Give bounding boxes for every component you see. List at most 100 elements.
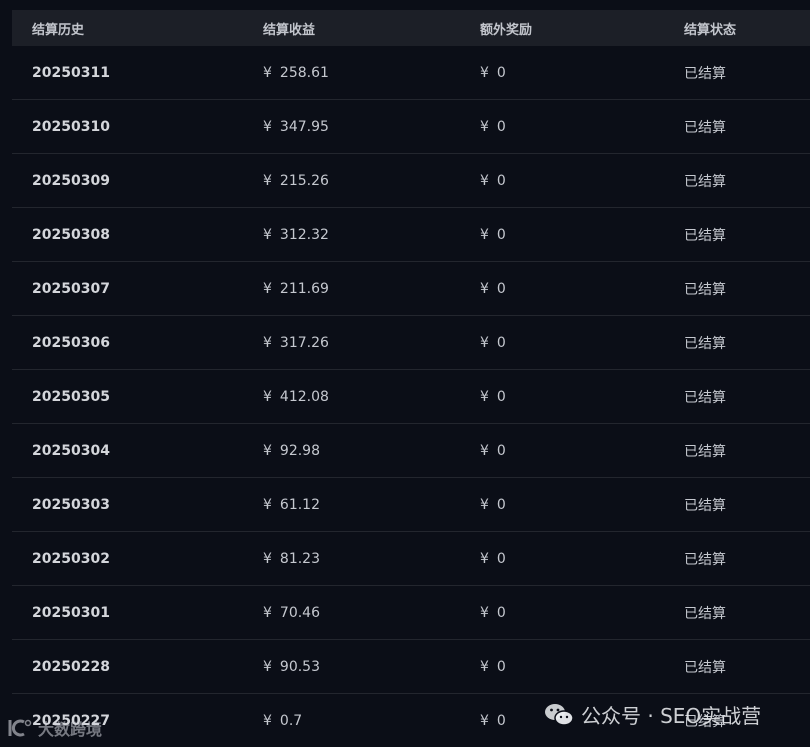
settlement-date: 20250303 <box>32 496 110 513</box>
settlement-income: ¥0.7 <box>262 713 479 729</box>
currency-symbol: ¥ <box>263 658 272 675</box>
income-value: 312.32 <box>279 226 329 243</box>
extra-reward: ¥0 <box>479 605 681 621</box>
extra-reward: ¥0 <box>479 281 681 297</box>
settlement-date: 20250305 <box>32 388 110 405</box>
header-settlement-income: 结算收益 <box>263 22 316 38</box>
settlement-status: 已结算 <box>684 65 726 82</box>
settlement-date: 20250304 <box>32 442 110 459</box>
settlement-date: 20250302 <box>32 550 110 567</box>
table-row: 20250302 ¥81.23 ¥0 已结算 <box>12 532 810 586</box>
currency-symbol: ¥ <box>480 550 489 567</box>
settlement-income: ¥317.26 <box>262 335 479 351</box>
settlement-status: 已结算 <box>684 659 726 676</box>
currency-symbol: ¥ <box>480 388 489 405</box>
table-row: 20250308 ¥312.32 ¥0 已结算 <box>12 208 810 262</box>
extra-reward: ¥0 <box>479 389 681 405</box>
settlement-date: 20250306 <box>32 334 110 351</box>
currency-symbol: ¥ <box>263 442 272 459</box>
settlement-date: 20250310 <box>32 118 110 135</box>
dashuju-logo-icon <box>4 716 34 740</box>
header-settlement-history: 结算历史 <box>32 22 85 38</box>
currency-symbol: ¥ <box>480 442 489 459</box>
reward-value: 0 <box>496 712 506 729</box>
header-extra-reward: 额外奖励 <box>480 22 533 38</box>
settlement-income: ¥215.26 <box>262 173 479 189</box>
extra-reward: ¥0 <box>479 551 681 567</box>
settlement-status: 已结算 <box>684 389 726 406</box>
table-row: 20250304 ¥92.98 ¥0 已结算 <box>12 424 810 478</box>
extra-reward: ¥0 <box>479 227 681 243</box>
currency-symbol: ¥ <box>480 64 489 81</box>
settlement-income: ¥61.12 <box>262 497 479 513</box>
currency-symbol: ¥ <box>263 388 272 405</box>
currency-symbol: ¥ <box>480 280 489 297</box>
settlement-history-table: 结算历史 结算收益 额外奖励 结算状态 20250311 ¥258.61 ¥0 已结算… <box>12 10 810 747</box>
settlement-status: 已结算 <box>684 335 726 352</box>
income-value: 70.46 <box>279 604 321 621</box>
settlement-date: 20250308 <box>32 226 110 243</box>
reward-value: 0 <box>496 226 506 243</box>
currency-symbol: ¥ <box>480 118 489 135</box>
income-value: 92.98 <box>279 442 321 459</box>
table-row: 20250303 ¥61.12 ¥0 已结算 <box>12 478 810 532</box>
settlement-date: 20250301 <box>32 604 110 621</box>
income-value: 0.7 <box>279 712 303 729</box>
settlement-status: 已结算 <box>684 605 726 622</box>
currency-symbol: ¥ <box>263 604 272 621</box>
currency-symbol: ¥ <box>480 334 489 351</box>
extra-reward: ¥0 <box>479 173 681 189</box>
watermark-left-text: 大数跨境 <box>38 720 103 739</box>
settlement-status: 已结算 <box>684 497 726 514</box>
reward-value: 0 <box>496 172 506 189</box>
currency-symbol: ¥ <box>263 280 272 297</box>
currency-symbol: ¥ <box>480 496 489 513</box>
extra-reward: ¥0 <box>479 497 681 513</box>
settlement-status: 已结算 <box>684 227 726 244</box>
table-header: 结算历史 结算收益 额外奖励 结算状态 <box>12 10 810 46</box>
settlement-income: ¥81.23 <box>262 551 479 567</box>
income-value: 317.26 <box>279 334 329 351</box>
extra-reward: ¥0 <box>479 65 681 81</box>
watermark-right-text: 公众号 · SEO实战营 <box>581 704 762 728</box>
table-row: 20250310 ¥347.95 ¥0 已结算 <box>12 100 810 154</box>
settlement-income: ¥258.61 <box>262 65 479 81</box>
reward-value: 0 <box>496 604 506 621</box>
settlement-status: 已结算 <box>684 173 726 190</box>
settlement-page: 结算历史 结算收益 额外奖励 结算状态 20250311 ¥258.61 ¥0 已结算… <box>0 0 810 747</box>
settlement-status: 已结算 <box>684 119 726 136</box>
table-row: 20250228 ¥90.53 ¥0 已结算 <box>12 640 810 694</box>
currency-symbol: ¥ <box>263 226 272 243</box>
income-value: 90.53 <box>279 658 321 675</box>
reward-value: 0 <box>496 550 506 567</box>
settlement-date: 20250311 <box>32 64 110 81</box>
table-row: 20250309 ¥215.26 ¥0 已结算 <box>12 154 810 208</box>
reward-value: 0 <box>496 334 506 351</box>
extra-reward: ¥0 <box>479 659 681 675</box>
settlement-status: 已结算 <box>684 551 726 568</box>
table-row: 20250301 ¥70.46 ¥0 已结算 <box>12 586 810 640</box>
settlement-status: 已结算 <box>684 443 726 460</box>
settlement-income: ¥92.98 <box>262 443 479 459</box>
currency-symbol: ¥ <box>263 334 272 351</box>
currency-symbol: ¥ <box>480 226 489 243</box>
table-row: 20250307 ¥211.69 ¥0 已结算 <box>12 262 810 316</box>
currency-symbol: ¥ <box>480 172 489 189</box>
reward-value: 0 <box>496 388 506 405</box>
settlement-date: 20250307 <box>32 280 110 297</box>
reward-value: 0 <box>496 118 506 135</box>
currency-symbol: ¥ <box>263 712 272 729</box>
currency-symbol: ¥ <box>480 604 489 621</box>
extra-reward: ¥0 <box>479 119 681 135</box>
reward-value: 0 <box>496 658 506 675</box>
currency-symbol: ¥ <box>480 712 489 729</box>
watermark-wechat: 公众号 · SEO实战营 <box>543 700 761 729</box>
currency-symbol: ¥ <box>263 64 272 81</box>
wechat-icon <box>543 701 575 729</box>
settlement-income: ¥90.53 <box>262 659 479 675</box>
table-row: 20250306 ¥317.26 ¥0 已结算 <box>12 316 810 370</box>
currency-symbol: ¥ <box>263 550 272 567</box>
table-row: 20250311 ¥258.61 ¥0 已结算 <box>12 46 810 100</box>
table-body: 20250311 ¥258.61 ¥0 已结算 20250310 ¥347.95 ¥0 已结算… <box>12 46 810 747</box>
income-value: 258.61 <box>279 64 329 81</box>
